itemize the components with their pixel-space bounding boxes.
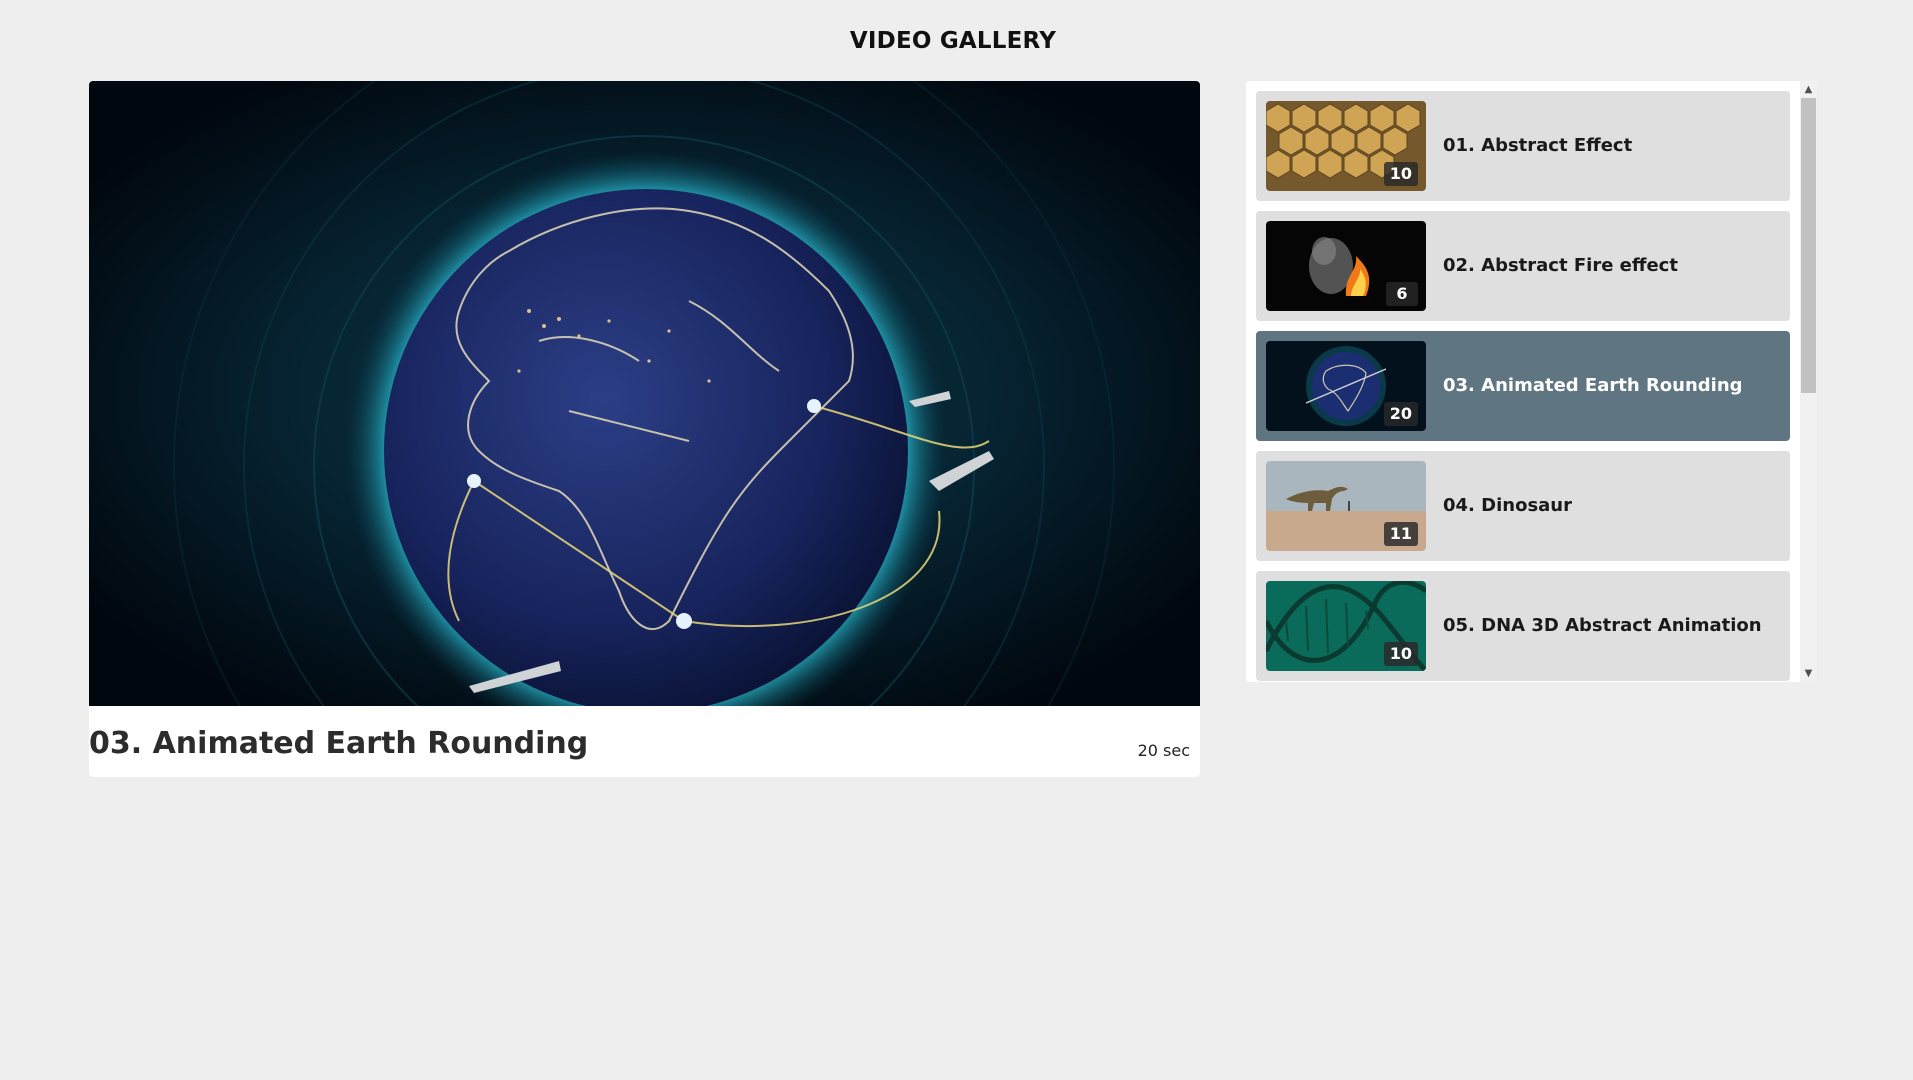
page-title: VIDEO GALLERY	[849, 28, 1057, 54]
playlist-item-label: 01. Abstract Effect	[1443, 135, 1633, 156]
video-playlist: 10 01. Abstract Effect 6 02. Abstract Fi…	[1246, 81, 1817, 682]
video-frame[interactable]	[89, 81, 1200, 706]
duration-badge: 10	[1383, 162, 1418, 186]
video-player: 03. Animated Earth Rounding 20 sec	[89, 81, 1200, 777]
fire-smoke-thumbnail: 6	[1266, 221, 1426, 311]
duration-badge: 6	[1386, 282, 1418, 306]
playlist-item-abstract-effect[interactable]: 10 01. Abstract Effect	[1256, 91, 1790, 201]
duration-badge: 10	[1383, 642, 1418, 666]
playlist-item-animated-earth-rounding[interactable]: 20 03. Animated Earth Rounding	[1256, 331, 1790, 441]
gold-hexagons-thumbnail: 10	[1266, 101, 1426, 191]
playlist-item-label: 02. Abstract Fire effect	[1443, 255, 1678, 276]
playlist-item-dinosaur[interactable]: 11 04. Dinosaur	[1256, 451, 1790, 561]
playlist-item-label: 03. Animated Earth Rounding	[1443, 375, 1743, 396]
playlist-scrollbar[interactable]: ▲ ▼	[1800, 81, 1817, 682]
playlist-item-label: 04. Dinosaur	[1443, 495, 1572, 516]
chevron-up-icon[interactable]: ▲	[1800, 81, 1817, 98]
dna-helix-thumbnail: 10	[1266, 581, 1426, 671]
earth-globe-thumbnail: 20	[1266, 341, 1426, 431]
duration-badge: 11	[1383, 522, 1418, 546]
dinosaur-thumbnail: 11	[1266, 461, 1426, 551]
playlist-items: 10 01. Abstract Effect 6 02. Abstract Fi…	[1256, 91, 1790, 691]
playlist-item-dna-3d-abstract-animation[interactable]: 10 05. DNA 3D Abstract Animation	[1256, 571, 1790, 681]
scrollbar-thumb[interactable]	[1801, 98, 1816, 393]
now-playing-title: 03. Animated Earth Rounding	[89, 726, 589, 761]
playlist-item-label: 05. DNA 3D Abstract Animation	[1443, 615, 1762, 636]
duration-badge: 20	[1383, 402, 1418, 426]
chevron-down-icon[interactable]: ▼	[1800, 665, 1817, 682]
now-playing-duration: 20 sec	[1137, 741, 1190, 760]
playlist-item-abstract-fire-effect[interactable]: 6 02. Abstract Fire effect	[1256, 211, 1790, 321]
